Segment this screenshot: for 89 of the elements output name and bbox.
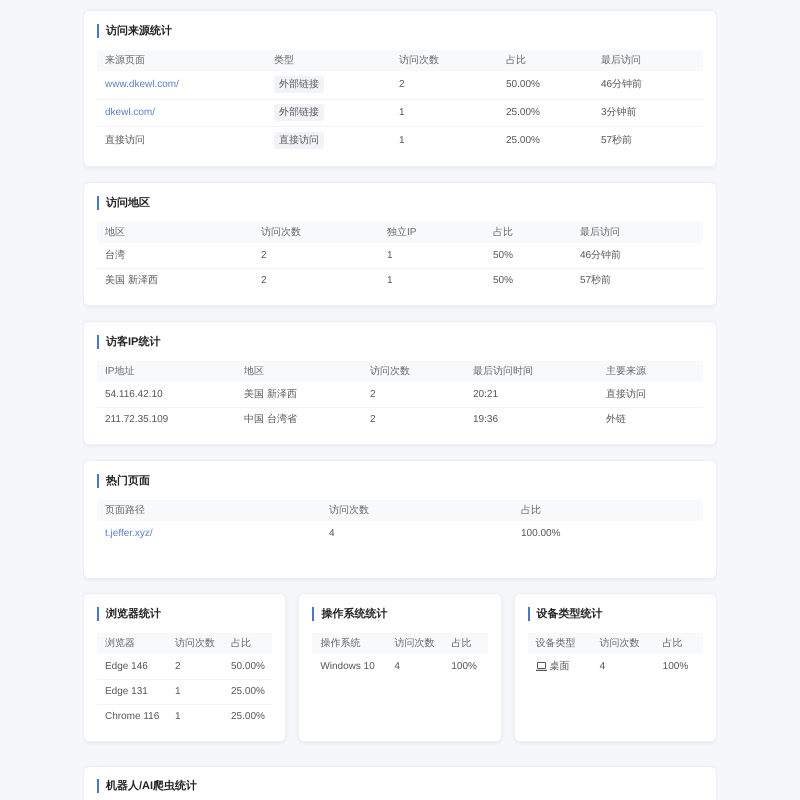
table-cell: 20:21 xyxy=(473,388,498,400)
column-header: 设备类型 xyxy=(536,636,576,650)
card-title: 访问地区 xyxy=(97,196,150,210)
column-header: 访问次数 xyxy=(600,636,640,650)
table-cell: 4 xyxy=(600,660,606,672)
table-cell: 57秒前 xyxy=(580,274,612,287)
column-header: 浏览器 xyxy=(105,636,135,650)
table-cell: 1 xyxy=(399,134,405,147)
table-cell: 100% xyxy=(662,660,688,672)
table-cell: 美国 新泽西 xyxy=(105,274,158,287)
table-cell: 46分钟前 xyxy=(580,248,622,262)
table-cell: 3分钟前 xyxy=(601,106,637,120)
table-cell: 中国 台湾省 xyxy=(244,413,297,426)
page-link[interactable]: www.dkewl.com/ xyxy=(105,78,179,92)
table-cell: 50.00% xyxy=(506,78,540,92)
table-cell: 50.00% xyxy=(231,660,265,672)
table-cell: 100% xyxy=(451,660,477,672)
table-cell: 2 xyxy=(399,78,405,92)
table-cell: 1 xyxy=(175,710,181,723)
table-cell: Edge 131 xyxy=(105,685,148,698)
card-title: 访客IP统计 xyxy=(97,334,160,348)
laptop-icon xyxy=(536,662,547,670)
page-link[interactable]: t.jeffer.xyz/ xyxy=(105,526,153,540)
type-tag: 外部链接 xyxy=(274,104,324,122)
card-title: 热门页面 xyxy=(97,474,150,488)
table-cell: 25.00% xyxy=(506,134,540,147)
column-header: 访问次数 xyxy=(175,636,215,650)
column-header: 最后访问时间 xyxy=(473,364,533,378)
column-header: 最后访问 xyxy=(580,226,620,238)
column-header: 占比 xyxy=(662,636,683,650)
column-header: 地区 xyxy=(244,364,264,378)
card-title: 访问来源统计 xyxy=(97,24,172,38)
table-cell: 4 xyxy=(329,526,335,540)
column-header: 主要来源 xyxy=(606,364,646,378)
table-cell: Chrome 116 xyxy=(105,710,160,723)
table-cell: 50% xyxy=(493,274,514,287)
table-cell: 直接访问 xyxy=(105,134,145,147)
table-cell: 57秒前 xyxy=(601,134,632,147)
table-cell: 美国 新泽西 xyxy=(244,388,297,400)
card-title: 浏览器统计 xyxy=(97,606,161,620)
table-cell: 25.00% xyxy=(231,710,265,723)
table-cell: 1 xyxy=(387,274,393,287)
column-header: 占比 xyxy=(493,226,513,238)
column-header: 页面路径 xyxy=(105,504,145,516)
type-tag: 直接访问 xyxy=(274,132,324,149)
table-cell: 46分钟前 xyxy=(601,78,642,92)
table-cell: 2 xyxy=(261,274,267,287)
column-header: 访问次数 xyxy=(329,504,369,516)
column-header: 访问次数 xyxy=(261,226,301,238)
page-link[interactable]: dkewl.com/ xyxy=(105,106,156,120)
table-cell: 4 xyxy=(394,660,400,672)
table-cell: 1 xyxy=(175,685,181,698)
column-header: 最后访问 xyxy=(601,54,641,67)
column-header: 访问次数 xyxy=(370,364,410,378)
card-title: 操作系统统计 xyxy=(312,606,388,620)
table-cell: 直接访问 xyxy=(606,388,646,400)
type-tag: 外部链接 xyxy=(274,76,324,94)
table-cell: 50% xyxy=(493,248,514,262)
column-header: 占比 xyxy=(451,636,472,650)
table-cell: 2 xyxy=(370,388,376,400)
table-cell: 桌面 xyxy=(550,660,570,672)
table-cell: 2 xyxy=(175,660,181,672)
table-cell: 2 xyxy=(261,248,267,262)
column-header: 占比 xyxy=(231,636,251,650)
column-header: 访问次数 xyxy=(399,54,439,67)
table-cell: 1 xyxy=(387,248,393,262)
column-header: 来源页面 xyxy=(105,54,145,67)
table-cell: Edge 146 xyxy=(105,660,148,672)
table-cell: 外链 xyxy=(606,413,626,426)
table-cell: 2 xyxy=(370,413,376,426)
table-cell: 19:36 xyxy=(473,413,498,426)
table-cell: 54.116.42.10 xyxy=(105,388,163,400)
column-header: 操作系统 xyxy=(320,636,360,650)
table-cell: 100.00% xyxy=(521,526,560,540)
table-cell: 1 xyxy=(399,106,405,120)
column-header: 占比 xyxy=(521,504,541,516)
table-cell: 25.00% xyxy=(506,106,540,120)
column-header: IP地址 xyxy=(105,364,134,378)
column-header: 访问次数 xyxy=(394,636,434,650)
column-header: 地区 xyxy=(105,226,125,238)
table-cell: 25.00% xyxy=(231,685,265,698)
table-cell: Windows 10 xyxy=(320,660,375,672)
table-cell: 211.72.35.109 xyxy=(105,413,168,426)
column-header: 类型 xyxy=(274,54,294,67)
table-cell: 台湾 xyxy=(105,248,125,262)
card-title: 机器人/AI爬虫统计 xyxy=(97,778,198,792)
card-title: 设备类型统计 xyxy=(528,606,603,620)
column-header: 独立IP xyxy=(387,226,416,238)
column-header: 占比 xyxy=(506,54,526,67)
